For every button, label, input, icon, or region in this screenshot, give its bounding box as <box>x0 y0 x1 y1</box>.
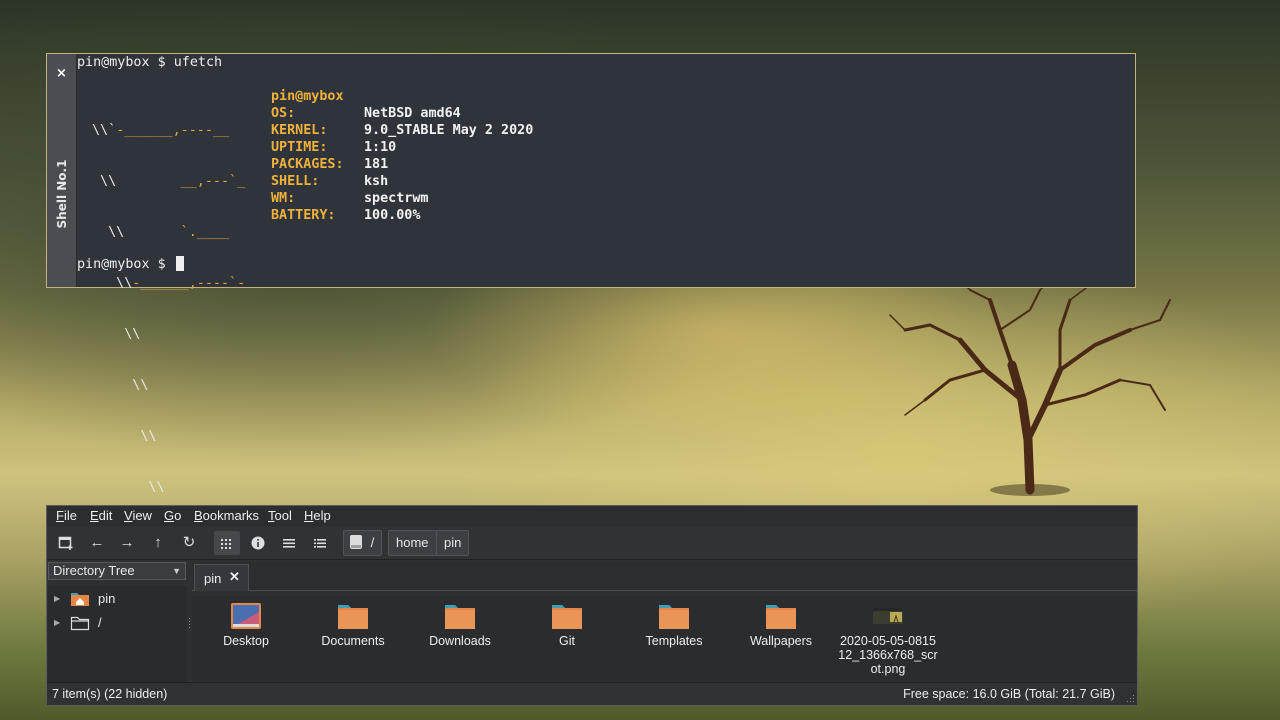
terminal-tab-title: Shell No.1 <box>55 159 69 229</box>
info-icon <box>251 536 265 550</box>
icon-view-button[interactable] <box>214 531 240 555</box>
info-row: SHELL: ksh <box>271 174 389 189</box>
reload-button[interactable]: ↻ <box>176 531 202 555</box>
prompt: pin@mybox $ <box>77 257 174 272</box>
expand-arrow-icon[interactable]: ▶ <box>54 613 60 633</box>
thumbnail-view-button[interactable] <box>245 531 271 555</box>
file-item-downloads[interactable]: Downloads <box>410 602 510 648</box>
system-info: pin@mybox OS: NetBSD amd64 KERNEL: 9.0_STA… <box>271 88 534 224</box>
desktop-folder-icon <box>231 603 261 629</box>
file-item-documents[interactable]: Documents <box>303 602 403 648</box>
prompt-line[interactable]: pin@mybox $ <box>77 256 184 273</box>
directory-tree: ▶ pin ▶ / <box>48 586 187 683</box>
up-button[interactable]: ↑ <box>145 531 171 555</box>
new-window-icon <box>58 536 73 550</box>
folder-icon <box>766 605 796 629</box>
grid-icon <box>221 539 231 549</box>
menu-view[interactable]: View <box>124 508 152 523</box>
info-row: BATTERY: 100.00% <box>271 208 421 223</box>
file-view[interactable]: Desktop Documents Downloads Git Template… <box>192 596 1136 684</box>
toolbar: ← → ↑ ↻ / home pin <box>47 527 1137 560</box>
list-icon <box>283 539 295 548</box>
ascii-logo: \\`-______,----__ \\ __,---`_ \\ `.____ … <box>92 123 246 495</box>
terminal-window[interactable]: × Shell No.1 pin@mybox $ ufetch \\`-____… <box>46 53 1136 495</box>
detailed-view-button[interactable] <box>307 531 333 555</box>
terminal-output[interactable]: pin@mybox $ ufetch \\`-______,----__ \\ … <box>77 54 1135 495</box>
resize-grip-icon[interactable] <box>1125 693 1135 703</box>
chevron-down-icon: ▼ <box>172 566 181 576</box>
file-item-git[interactable]: Git <box>517 602 617 648</box>
folder-icon <box>552 605 582 629</box>
reload-icon: ↻ <box>182 534 196 551</box>
tree-item-pin[interactable]: ▶ pin <box>48 589 187 609</box>
status-bar: 7 item(s) (22 hidden) Free space: 16.0 G… <box>47 682 1137 705</box>
terminal-tab[interactable]: × Shell No.1 <box>47 54 77 287</box>
file-item-desktop[interactable]: Desktop <box>196 602 296 648</box>
forward-button[interactable]: → <box>114 531 140 555</box>
home-folder-icon <box>71 593 89 606</box>
item-count: 7 item(s) (22 hidden) <box>52 687 168 701</box>
path-button-pin[interactable]: pin <box>436 530 470 556</box>
menu-tool[interactable]: Tool <box>268 508 292 523</box>
arrow-up-icon: ↑ <box>154 534 162 551</box>
folder-icon <box>338 605 368 629</box>
path-button-root[interactable]: / <box>343 530 383 556</box>
expand-arrow-icon[interactable]: ▶ <box>54 589 60 609</box>
folder-icon <box>659 605 689 629</box>
info-row: UPTIME: 1:10 <box>271 140 397 155</box>
menu-bar: File Edit View Go Bookmarks Tool Help <box>47 506 1137 526</box>
info-row: OS: NetBSD amd64 <box>271 106 461 121</box>
tab-bar: pin ✕ <box>192 562 1137 591</box>
text-cursor <box>175 256 184 271</box>
compact-view-button[interactable] <box>276 531 302 555</box>
file-item-templates[interactable]: Templates <box>624 602 724 648</box>
info-row: WM: spectrwm <box>271 191 429 206</box>
close-icon[interactable]: × <box>47 66 76 81</box>
detailed-list-icon <box>314 539 326 548</box>
info-row: PACKAGES: 181 <box>271 157 389 172</box>
tab-pin[interactable]: pin ✕ <box>194 564 249 591</box>
close-tab-icon[interactable]: ✕ <box>229 569 240 585</box>
file-item-wallpapers[interactable]: Wallpapers <box>731 602 831 648</box>
info-row: KERNEL: 9.0_STABLE May 2 2020 <box>271 123 534 138</box>
file-item-screenshot[interactable]: 2020-05-05-081512_1366x768_scrot.png <box>838 602 938 676</box>
side-panel-mode-select[interactable]: Directory Tree ▼ <box>48 562 186 580</box>
tree-item-root[interactable]: ▶ / <box>48 613 187 633</box>
menu-bookmarks[interactable]: Bookmarks <box>194 508 259 523</box>
path-button-home[interactable]: home <box>388 530 437 556</box>
new-window-button[interactable] <box>53 531 79 555</box>
menu-help[interactable]: Help <box>304 508 331 523</box>
menu-go[interactable]: Go <box>164 508 181 523</box>
userhost: pin@mybox <box>271 89 344 104</box>
image-thumbnail-icon <box>873 608 903 624</box>
drive-icon <box>350 535 362 549</box>
arrow-right-icon: → <box>119 534 135 551</box>
path-segment-label: / <box>370 535 375 550</box>
back-button[interactable]: ← <box>84 531 110 555</box>
menu-file[interactable]: File <box>56 508 77 523</box>
folder-outline-icon <box>70 616 90 631</box>
menu-edit[interactable]: Edit <box>90 508 112 523</box>
file-manager-window[interactable]: File Edit View Go Bookmarks Tool Help ← … <box>46 505 1138 706</box>
folder-icon <box>445 605 475 629</box>
arrow-left-icon: ← <box>89 534 105 551</box>
command-line: pin@mybox $ ufetch <box>77 55 223 70</box>
free-space: Free space: 16.0 GiB (Total: 21.7 GiB) <box>903 687 1115 701</box>
